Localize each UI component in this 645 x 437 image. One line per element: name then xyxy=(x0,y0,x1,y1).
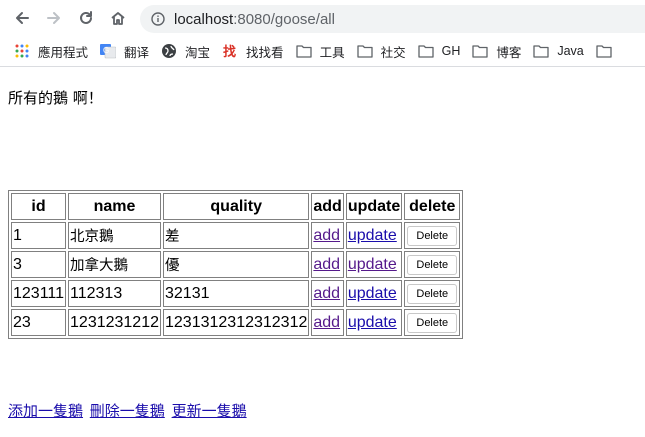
cell-quality: 1231312312312312 xyxy=(163,309,310,336)
address-bar[interactable]: localhost:8080/goose/all xyxy=(140,5,645,33)
cell-quality: 差 xyxy=(163,222,310,249)
cell-id: 123111 xyxy=(11,280,67,307)
goose-table: id name quality add update delete 1 北京鵝 … xyxy=(8,190,464,339)
browser-toolbar: localhost:8080/goose/all xyxy=(0,0,645,36)
header-add: add xyxy=(311,193,344,220)
table-row: 1 北京鵝 差 add update Delete xyxy=(11,222,461,249)
bookmark-taobao[interactable]: 淘宝 xyxy=(161,42,210,61)
table-row: 23 1231231212 1231312312312312 add updat… xyxy=(11,309,461,336)
header-quality: quality xyxy=(163,193,310,220)
svg-text:G: G xyxy=(103,46,109,55)
folder-icon xyxy=(356,43,373,59)
cell-quality: 優 xyxy=(163,251,310,278)
add-link[interactable]: add xyxy=(313,227,340,244)
update-link[interactable]: update xyxy=(348,314,397,331)
delete-button[interactable]: Delete xyxy=(407,225,458,246)
bookmark-folder-java[interactable]: Java xyxy=(533,43,584,59)
delete-button[interactable]: Delete xyxy=(407,312,458,333)
header-id: id xyxy=(11,193,67,220)
bookmark-zhaozhaokan[interactable]: 找 找找看 xyxy=(222,42,284,61)
header-delete: delete xyxy=(404,193,461,220)
zhaozhaokan-icon: 找 xyxy=(222,43,238,59)
bookmark-folder-gh[interactable]: GH xyxy=(417,43,460,59)
add-goose-link[interactable]: 添加一隻鵝 xyxy=(8,402,83,420)
forward-button[interactable] xyxy=(42,6,66,30)
table-row: 123111 112313 32131 add update Delete xyxy=(11,280,461,307)
cell-name: 1231231212 xyxy=(68,309,161,336)
bookmark-folder-more[interactable] xyxy=(596,43,620,59)
folder-icon xyxy=(295,43,312,59)
folder-icon xyxy=(533,43,550,59)
folder-icon xyxy=(596,43,612,59)
update-link[interactable]: update xyxy=(348,285,397,302)
header-update: update xyxy=(345,193,403,220)
home-icon xyxy=(111,12,125,25)
update-goose-link[interactable]: 更新一隻鵝 xyxy=(172,402,247,420)
page-heading: 所有的鵝 啊！ xyxy=(8,89,103,107)
reload-icon xyxy=(80,11,92,24)
folder-icon xyxy=(417,43,434,59)
delete-button[interactable]: Delete xyxy=(407,254,458,275)
cell-name: 北京鵝 xyxy=(68,222,161,249)
add-link[interactable]: add xyxy=(313,314,340,331)
cell-id: 23 xyxy=(11,309,67,336)
folder-icon xyxy=(472,43,488,59)
home-button[interactable] xyxy=(106,6,130,30)
add-link[interactable]: add xyxy=(313,256,340,273)
bookmark-folder-blog[interactable]: 博客 xyxy=(472,42,521,61)
reload-button[interactable] xyxy=(74,6,98,30)
table-header-row: id name quality add update delete xyxy=(11,193,461,220)
update-link[interactable]: update xyxy=(348,227,397,244)
cell-name: 加拿大鵝 xyxy=(68,251,161,278)
bookmarks-bar: 應用程式 G 翻译 淘宝 找 找找看 工具 社交 GH 博客 Java xyxy=(0,36,645,67)
url-text: localhost:8080/goose/all xyxy=(174,10,335,28)
forward-arrow-icon xyxy=(47,12,60,24)
update-link[interactable]: update xyxy=(348,256,397,273)
apps-grid-icon xyxy=(14,43,30,59)
table-row: 3 加拿大鵝 優 add update Delete xyxy=(11,251,461,278)
bookmark-translate[interactable]: G 翻译 xyxy=(100,42,149,61)
back-button[interactable] xyxy=(10,6,34,30)
delete-button[interactable]: Delete xyxy=(407,283,458,304)
cell-quality: 32131 xyxy=(163,280,310,307)
add-link[interactable]: add xyxy=(313,285,340,302)
header-name: name xyxy=(68,193,161,220)
bookmark-apps[interactable]: 應用程式 xyxy=(14,42,88,61)
back-arrow-icon xyxy=(16,12,29,24)
cell-id: 1 xyxy=(11,222,67,249)
svg-text:找: 找 xyxy=(223,44,236,59)
cell-id: 3 xyxy=(11,251,67,278)
delete-goose-link[interactable]: 刪除一隻鵝 xyxy=(90,402,165,420)
bookmark-folder-social[interactable]: 社交 xyxy=(356,42,406,61)
cell-name: 112313 xyxy=(68,280,161,307)
info-icon[interactable] xyxy=(150,11,166,27)
google-translate-icon: G xyxy=(100,43,117,59)
bookmark-folder-tools[interactable]: 工具 xyxy=(295,42,345,61)
footer-links: 添加一隻鵝 刪除一隻鵝 更新一隻鵝 xyxy=(8,400,249,421)
globe-icon xyxy=(161,43,177,59)
